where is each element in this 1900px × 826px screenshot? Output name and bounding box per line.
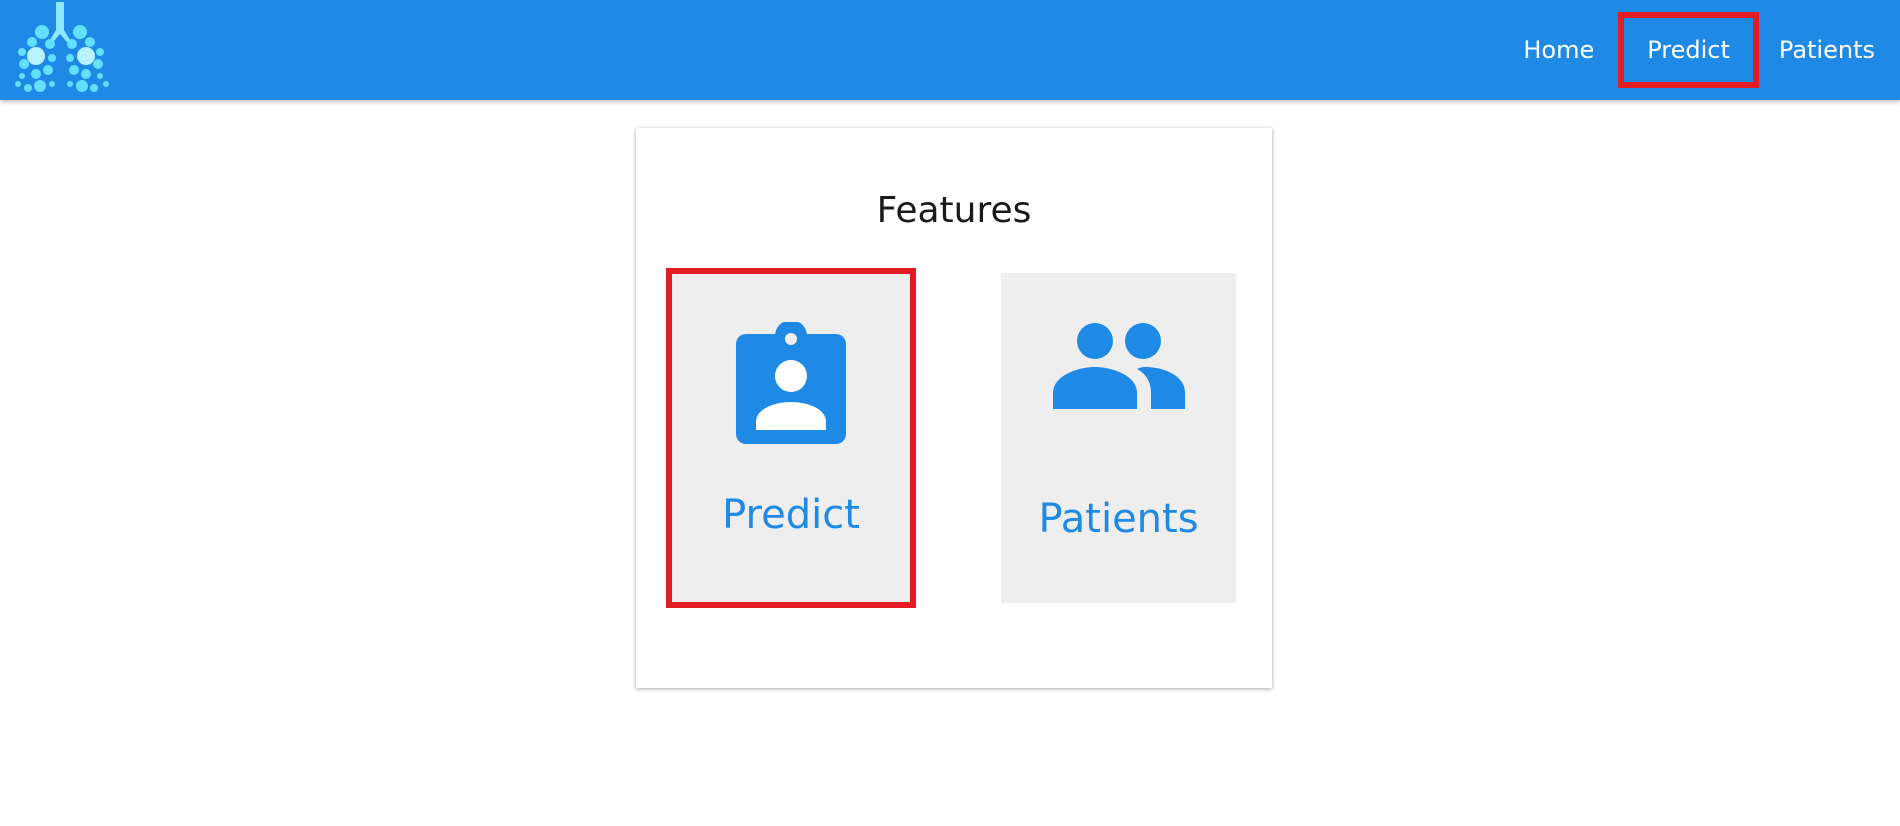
lungs-logo-icon[interactable] (10, 0, 112, 100)
badge-icon (736, 320, 846, 448)
predict-tile[interactable]: Predict (666, 268, 916, 608)
nav-links: Home Predict Patients (1503, 0, 1900, 100)
nav-predict-link[interactable]: Predict (1618, 12, 1759, 88)
top-navbar: Home Predict Patients (0, 0, 1900, 100)
patients-tile-label: Patients (1038, 496, 1199, 542)
predict-tile-label: Predict (722, 492, 860, 538)
patients-tile[interactable]: Patients (1001, 273, 1236, 603)
features-card: Features Predict Patients (636, 128, 1272, 688)
people-icon (1052, 321, 1185, 415)
features-title: Features (876, 190, 1032, 231)
nav-home-link[interactable]: Home (1503, 0, 1614, 100)
nav-patients-link[interactable]: Patients (1759, 0, 1900, 100)
